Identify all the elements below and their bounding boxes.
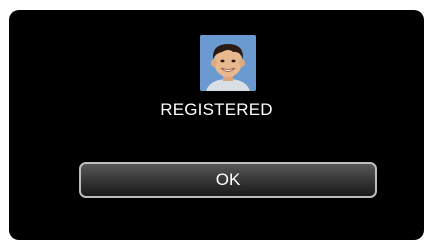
registration-dialog: REGISTERED OK [9,10,424,240]
ok-button[interactable]: OK [79,162,377,198]
face-photo-icon [200,35,256,91]
registered-status-text: REGISTERED [160,100,273,119]
